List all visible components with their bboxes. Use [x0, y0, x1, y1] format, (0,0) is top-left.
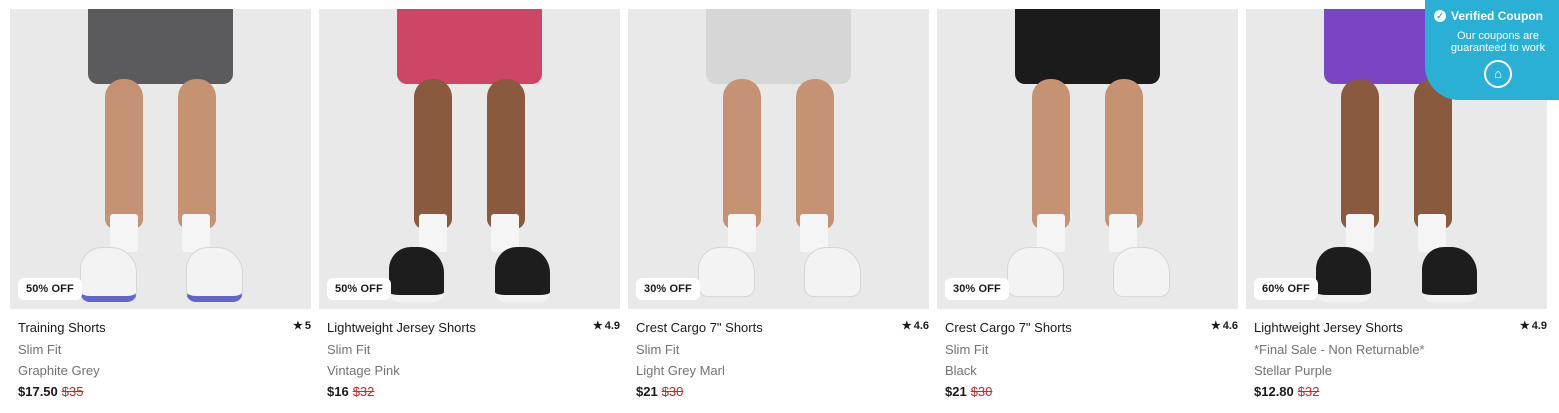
product-color: Light Grey Marl	[636, 363, 725, 378]
sock	[419, 214, 447, 252]
coupon-title: Verified Coupon	[1451, 9, 1544, 23]
leg	[414, 79, 452, 229]
price: $21 $30	[636, 384, 929, 399]
product-color: Vintage Pink	[327, 363, 400, 378]
star-icon: ★	[901, 320, 912, 332]
leg	[1414, 79, 1452, 229]
discount-badge: 60% OFF	[1254, 278, 1318, 300]
rating-value: 4.9	[604, 320, 620, 332]
product-image[interactable]: 50% OFF	[10, 9, 311, 309]
rating: ★ 4.9	[1520, 319, 1547, 332]
price: $17.50 $35	[18, 384, 311, 399]
original-price: $30	[661, 384, 684, 399]
rating: ★ 5	[293, 319, 311, 332]
shorts	[1015, 9, 1160, 84]
leg	[1032, 79, 1070, 229]
rating: ★ 4.6	[902, 319, 929, 332]
product-fit: *Final Sale - Non Returnable*	[1254, 342, 1425, 357]
product-fit: Slim Fit	[636, 342, 680, 357]
sale-price: $21	[636, 384, 658, 399]
product-card[interactable]: 50% OFF Training Shorts ★ 5 Slim Fit Grap…	[10, 9, 311, 399]
product-fit: Slim Fit	[945, 342, 989, 357]
rating-value: 4.9	[1531, 320, 1547, 332]
shoe	[80, 247, 137, 302]
shoe	[495, 247, 550, 302]
rating-value: 5	[304, 320, 311, 332]
shoe	[1422, 247, 1477, 302]
price: $12.80 $32	[1254, 384, 1547, 399]
product-title[interactable]: Lightweight Jersey Shorts	[1254, 320, 1547, 335]
leg	[105, 79, 143, 229]
coupon-line-1: Our coupons are	[1457, 30, 1539, 42]
shorts	[706, 9, 851, 84]
leg	[1341, 79, 1379, 229]
product-title[interactable]: Lightweight Jersey Shorts	[327, 320, 620, 335]
product-grid: 50% OFF Training Shorts ★ 5 Slim Fit Grap…	[10, 9, 1547, 399]
price: $21 $30	[945, 384, 1238, 399]
leg	[723, 79, 761, 229]
shoe	[186, 247, 243, 302]
rating: ★ 4.9	[593, 319, 620, 332]
original-price: $30	[970, 384, 993, 399]
star-icon: ★	[1519, 320, 1530, 332]
sale-price: $21	[945, 384, 967, 399]
shorts	[397, 9, 542, 84]
verified-coupon-widget[interactable]: ✓ Verified Coupon Our coupons are guaran…	[1425, 0, 1559, 100]
original-price: $32	[352, 384, 375, 399]
product-card[interactable]: 30% OFF Crest Cargo 7" Shorts ★ 4.6 Slim …	[937, 9, 1238, 399]
leg	[1105, 79, 1143, 229]
coupon-line-2: guaranteed to work	[1450, 42, 1546, 54]
product-title[interactable]: Crest Cargo 7" Shorts	[636, 320, 929, 335]
sale-price: $16	[327, 384, 349, 399]
discount-badge: 50% OFF	[18, 278, 82, 300]
original-price: $35	[61, 384, 84, 399]
rating-value: 4.6	[913, 320, 929, 332]
product-image[interactable]: 30% OFF	[937, 9, 1238, 309]
discount-badge: 30% OFF	[945, 278, 1009, 300]
rating: ★ 4.6	[1211, 319, 1238, 332]
discount-badge: 50% OFF	[327, 278, 391, 300]
check-circle-icon: ✓	[1434, 10, 1446, 22]
product-fit: Slim Fit	[327, 342, 371, 357]
coupon-message: Our coupons are guaranteed to work	[1425, 30, 1559, 54]
product-color: Stellar Purple	[1254, 363, 1333, 378]
leg	[178, 79, 216, 229]
coupon-header: ✓ Verified Coupon	[1425, 0, 1559, 23]
shoe	[1007, 247, 1064, 297]
star-icon: ★	[293, 320, 303, 332]
product-image[interactable]: 50% OFF	[319, 9, 620, 309]
star-icon: ★	[1210, 320, 1221, 332]
shoe	[1113, 247, 1170, 297]
sock	[1346, 214, 1374, 252]
shoe	[389, 247, 444, 302]
price: $16 $32	[327, 384, 620, 399]
leg	[487, 79, 525, 229]
sale-price: $17.50	[18, 384, 58, 399]
rating-value: 4.6	[1222, 320, 1238, 332]
star-icon: ★	[592, 320, 603, 332]
product-color: Black	[945, 363, 977, 378]
original-price: $32	[1297, 384, 1320, 399]
discount-badge: 30% OFF	[636, 278, 700, 300]
sale-price: $12.80	[1254, 384, 1294, 399]
shoe	[1316, 247, 1371, 302]
coupon-logo-icon[interactable]: ⌂	[1484, 60, 1512, 88]
shorts	[88, 9, 233, 84]
leg	[796, 79, 834, 229]
product-image[interactable]: 30% OFF	[628, 9, 929, 309]
shoe	[804, 247, 861, 297]
product-fit: Slim Fit	[18, 342, 62, 357]
product-card[interactable]: 30% OFF Crest Cargo 7" Shorts ★ 4.6 Slim …	[628, 9, 929, 399]
shoe	[698, 247, 755, 297]
product-card[interactable]: 50% OFF Lightweight Jersey Shorts ★ 4.9 S…	[319, 9, 620, 399]
product-color: Graphite Grey	[18, 363, 100, 378]
product-title[interactable]: Crest Cargo 7" Shorts	[945, 320, 1238, 335]
product-title[interactable]: Training Shorts	[18, 320, 311, 335]
